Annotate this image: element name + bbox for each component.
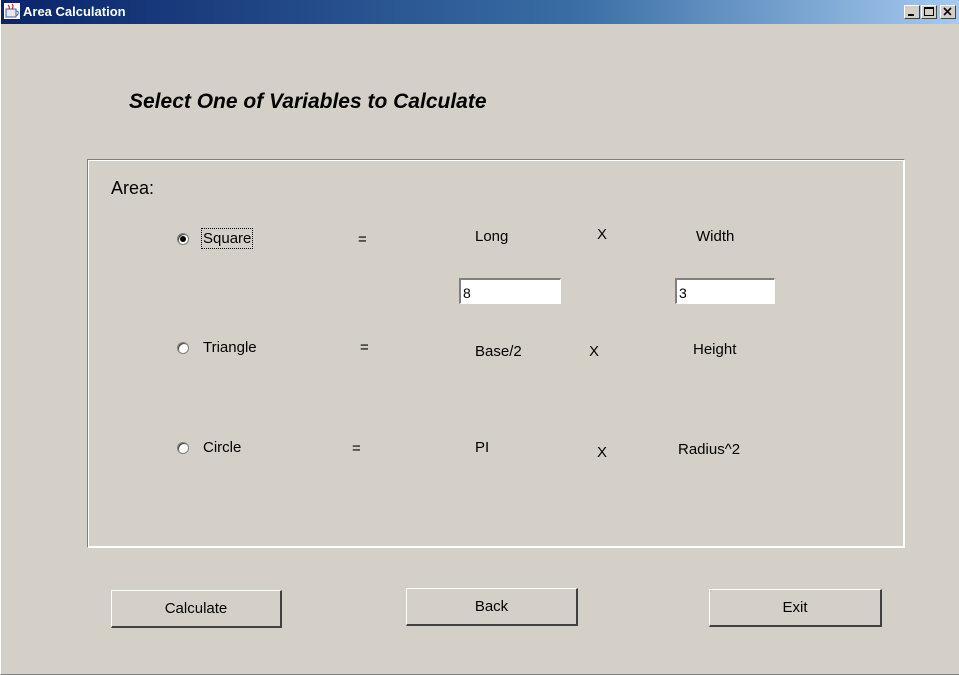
equals-sign: = [358, 231, 367, 248]
times-sign: X [589, 343, 600, 360]
window-title: Area Calculation [23, 4, 126, 19]
square-label[interactable]: Square [200, 228, 254, 249]
title-bar[interactable]: Area Calculation [1, 0, 959, 24]
java-app-icon[interactable] [4, 3, 20, 19]
radio-selected-dot [180, 236, 186, 242]
back-button[interactable]: Back [406, 588, 578, 626]
calculate-button[interactable]: Calculate [111, 590, 282, 628]
triangle-radio[interactable] [177, 342, 189, 354]
circle-radio[interactable] [177, 442, 189, 454]
long-label: Long [475, 228, 509, 245]
square-radio[interactable] [177, 233, 189, 245]
minimize-button[interactable] [904, 5, 920, 19]
close-button[interactable] [940, 5, 956, 19]
pi-label: PI [475, 439, 490, 456]
height-label: Height [693, 341, 737, 358]
equals-sign: = [360, 339, 369, 356]
exit-button[interactable]: Exit [709, 589, 882, 627]
times-sign: X [597, 444, 608, 461]
minimize-icon [908, 14, 914, 16]
circle-label[interactable]: Circle [203, 439, 241, 456]
maximize-icon [924, 7, 934, 16]
page-heading: Select One of Variables to Calculate [129, 90, 487, 113]
equals-sign: = [352, 440, 361, 457]
area-label: Area: [111, 178, 155, 198]
width-label: Width [696, 228, 735, 245]
radius-squared-label: Radius^2 [678, 441, 741, 458]
times-sign: X [597, 226, 608, 243]
maximize-button[interactable] [921, 5, 937, 19]
long-input[interactable] [459, 278, 561, 304]
base-half-label: Base/2 [475, 343, 522, 360]
triangle-label[interactable]: Triangle [203, 339, 257, 356]
width-input[interactable] [675, 278, 775, 304]
close-icon [943, 7, 952, 16]
app-window: Area Calculation Select One of Variables… [0, 0, 959, 675]
